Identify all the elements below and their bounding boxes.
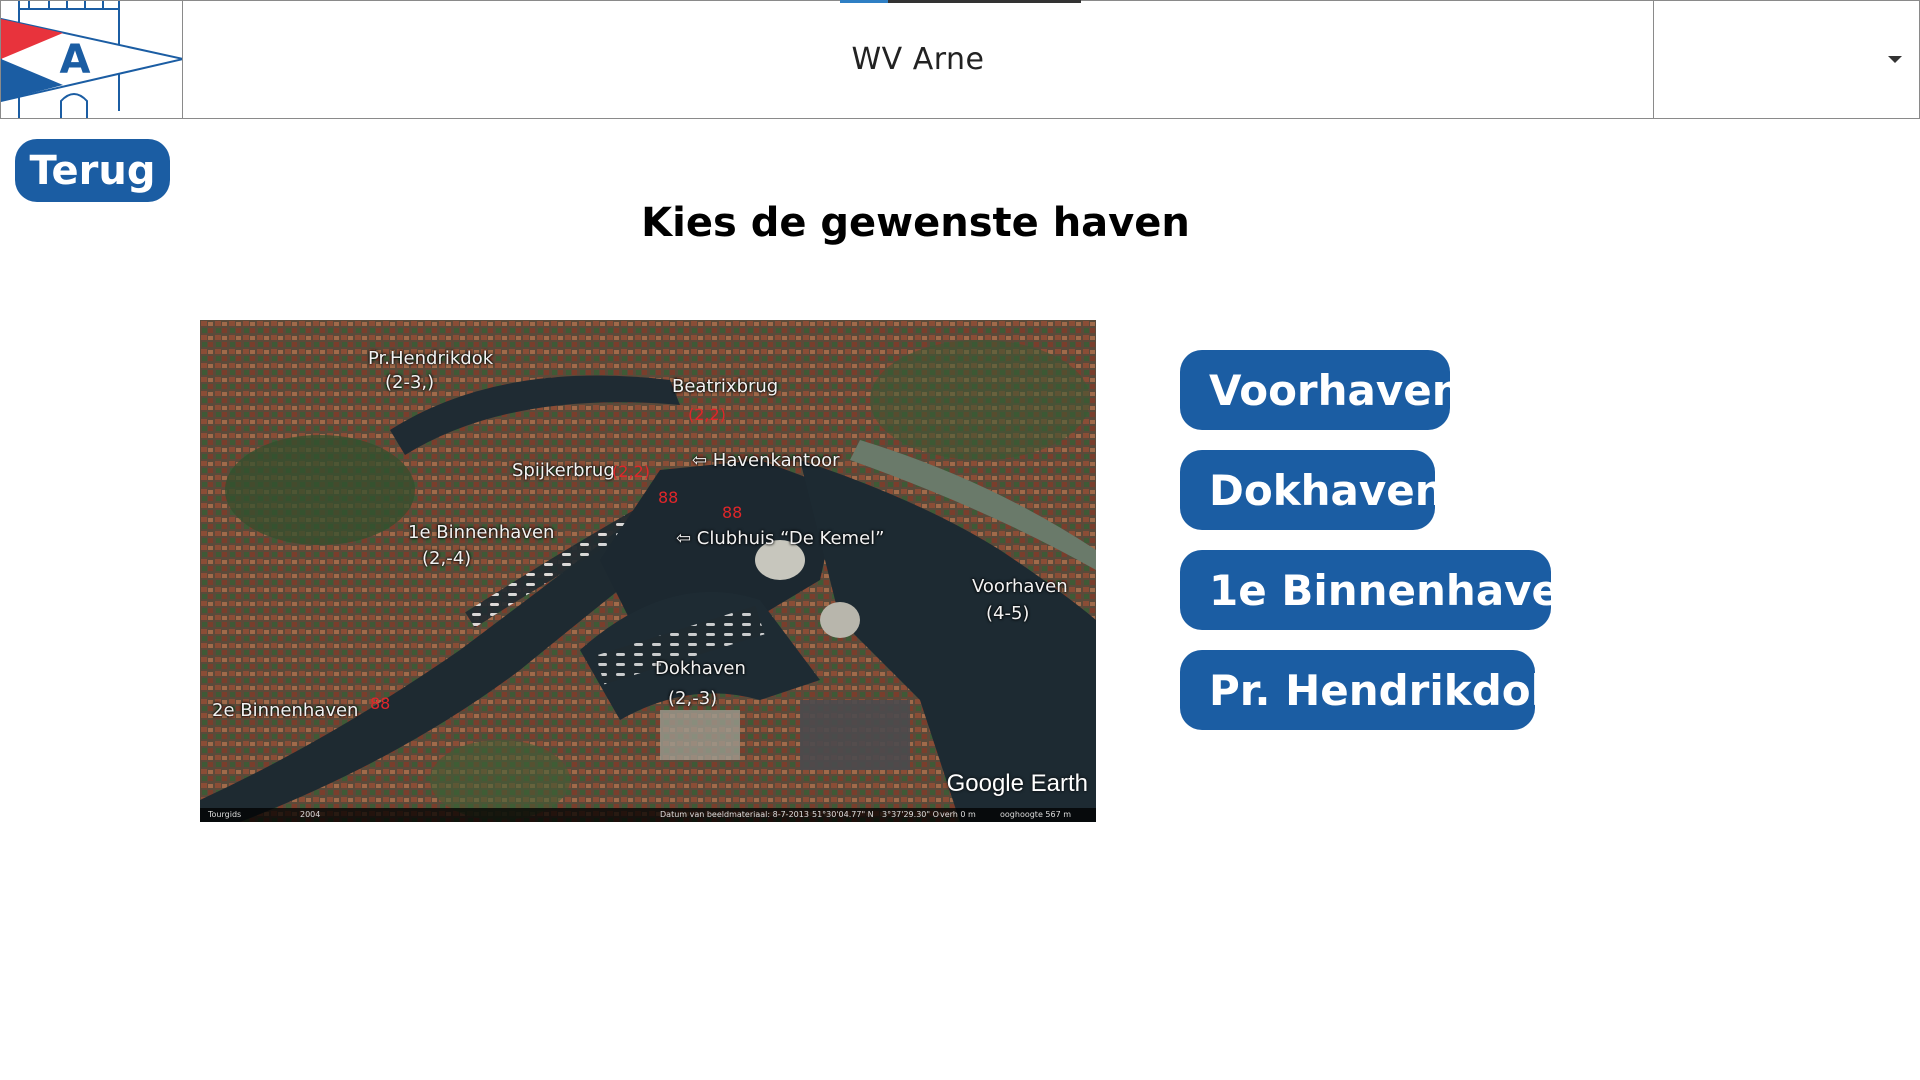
map-label-dokhaven-depth: (2,-3)	[668, 688, 718, 709]
voorhaven-button[interactable]: Voorhaven	[1180, 350, 1462, 430]
map-label-voorhaven: Voorhaven	[972, 576, 1068, 597]
map-label-havenkantoor: ⇦ Havenkantoor	[692, 450, 840, 471]
google-earth-logo: Google Earth	[946, 770, 1088, 797]
pr-hendrikdok-button[interactable]: Pr. Hendrikdok	[1180, 650, 1559, 730]
map-label-binnenhaven-1: 1e Binnenhaven	[408, 522, 555, 543]
map-footer-date: Datum van beeldmateriaal: 8-7-2013	[660, 810, 809, 819]
svg-text:A: A	[60, 37, 91, 83]
map-marker-c: 88	[370, 694, 391, 713]
map-footer-year: 2004	[300, 810, 321, 819]
binnenhaven-1-button[interactable]: 1e Binnenhaven	[1180, 550, 1590, 630]
map-marker-b: 88	[722, 503, 743, 522]
dokhaven-button[interactable]: Dokhaven	[1180, 450, 1445, 530]
map-footer-tour: Tourgids	[208, 810, 242, 819]
map-label-pr-hendrikdok-depth: (2-3,)	[385, 372, 435, 393]
harbour-map: Pr.Hendrikdok (2-3,) Beatrixbrug (2,2) S…	[200, 320, 1096, 822]
map-footer-lon: 3°37'29.30" O	[882, 810, 939, 819]
map-label-dokhaven: Dokhaven	[655, 658, 746, 679]
map-label-binnenhaven-1-depth: (2,-4)	[422, 548, 472, 569]
map-label-spijkerbrug: Spijkerbrug	[512, 460, 615, 481]
aerial-map-image	[200, 320, 1096, 822]
map-label-beatrixbrug: Beatrixbrug	[672, 376, 779, 397]
map-footer-eye: ooghoogte 567 m	[1000, 810, 1072, 819]
chevron-down-icon[interactable]	[1888, 56, 1902, 63]
map-label-clubhuis: ⇦ Clubhuis “De Kemel”	[676, 528, 885, 549]
page-heading: Kies de gewenste haven	[641, 200, 1190, 246]
back-button[interactable]: Terug	[15, 139, 170, 202]
map-footer: Tourgids 2004 Datum van beeldmateriaal: …	[200, 808, 1096, 822]
map-label-spijkerbrug-height: (2,2)	[612, 462, 650, 481]
menu-dropdown[interactable]	[1653, 0, 1920, 119]
tab-indicator-track	[888, 0, 1081, 3]
map-footer-elev: verh 0 m	[940, 810, 976, 819]
club-logo: A	[0, 0, 183, 119]
app-title: WV Arne	[851, 42, 985, 77]
map-label-binnenhaven-2: 2e Binnenhaven	[212, 700, 359, 721]
map-marker-a: 88	[658, 488, 679, 507]
map-label-beatrixbrug-height: (2,2)	[688, 405, 726, 424]
map-footer-lat: 51°30'04.77" N	[812, 810, 874, 819]
top-bar: A WV Arne	[0, 0, 1920, 120]
title-bar: WV Arne	[183, 0, 1653, 119]
map-label-pr-hendrikdok: Pr.Hendrikdok	[368, 348, 494, 369]
map-label-voorhaven-depth: (4-5)	[986, 603, 1030, 624]
tab-indicator	[840, 0, 888, 3]
club-logo-icon: A	[1, 1, 182, 118]
